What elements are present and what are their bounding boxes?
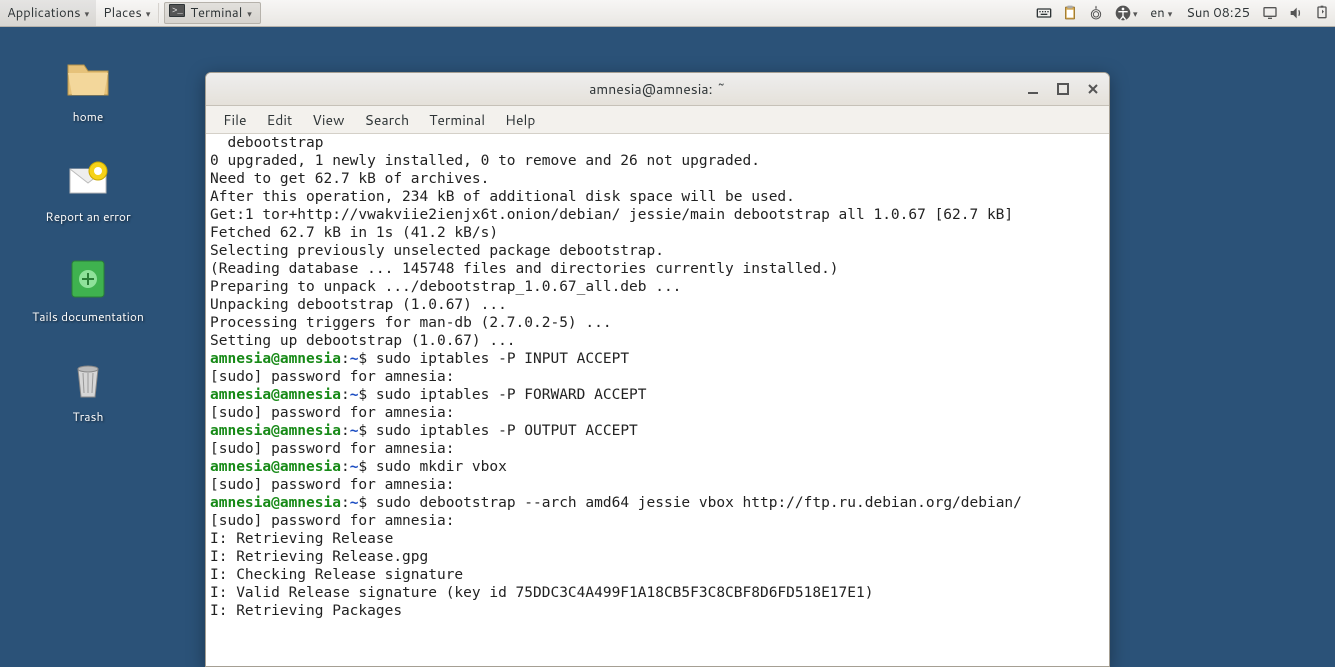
window-title: amnesia@amnesia: ~: [589, 79, 726, 99]
report-error-icon: [64, 155, 112, 203]
onion-icon[interactable]: [1083, 0, 1109, 26]
clock[interactable]: Sun 08:25: [1179, 0, 1257, 26]
desktop-icon-docs[interactable]: Tails documentation: [13, 255, 163, 326]
window-titlebar[interactable]: amnesia@amnesia: ~: [206, 73, 1109, 106]
panel-left: Applications ▾ Places ▾ >_ Terminal ▾: [0, 0, 261, 26]
desktop-icon-report[interactable]: Report an error: [13, 155, 163, 226]
terminal-menubar: File Edit View Search Terminal Help: [206, 106, 1109, 134]
terminal-line: I: Retrieving Release.gpg: [210, 548, 1105, 566]
menu-edit[interactable]: Edit: [258, 107, 302, 133]
volume-icon[interactable]: [1283, 0, 1309, 26]
terminal-line: amnesia@amnesia:~$ sudo iptables -P INPU…: [210, 350, 1105, 368]
trash-icon: [64, 355, 112, 403]
taskbar-terminal[interactable]: >_ Terminal ▾: [164, 2, 260, 24]
desktop-icon-label: home: [69, 107, 108, 126]
terminal-line: amnesia@amnesia:~$ sudo iptables -P OUTP…: [210, 422, 1105, 440]
clock-label: Sun 08:25: [1186, 4, 1250, 22]
maximize-button[interactable]: [1053, 79, 1073, 99]
close-button[interactable]: [1083, 79, 1103, 99]
menu-terminal[interactable]: Terminal: [420, 107, 494, 133]
documentation-icon: [64, 255, 112, 303]
terminal-line: Need to get 62.7 kB of archives.: [210, 170, 1105, 188]
language-label: en: [1150, 4, 1164, 22]
folder-home-icon: [64, 55, 112, 103]
terminal-line: After this operation, 234 kB of addition…: [210, 188, 1105, 206]
menu-help[interactable]: Help: [496, 107, 544, 133]
chevron-down-icon: ▾: [85, 7, 90, 20]
places-menu[interactable]: Places ▾: [96, 0, 157, 26]
terminal-line: 0 upgraded, 1 newly installed, 0 to remo…: [210, 152, 1105, 170]
terminal-line: Get:1 tor+http://vwakviie2ienjx6t.onion/…: [210, 206, 1105, 224]
svg-text:>_: >_: [172, 6, 183, 16]
applications-label: Applications: [7, 4, 81, 22]
terminal-line: Unpacking debootstrap (1.0.67) ...: [210, 296, 1105, 314]
chevron-down-icon: ▾: [1133, 7, 1138, 20]
desktop-icon-home[interactable]: home: [13, 55, 163, 126]
desktop-icon-label: Report an error: [41, 207, 134, 226]
menu-view[interactable]: View: [303, 107, 353, 133]
minimize-button[interactable]: [1023, 79, 1043, 99]
terminal-line: [sudo] password for amnesia:: [210, 512, 1105, 530]
keyboard-icon[interactable]: [1031, 0, 1057, 26]
accessibility-menu[interactable]: ▾: [1109, 0, 1143, 26]
chevron-down-icon: ▾: [146, 7, 151, 20]
terminal-line: [sudo] password for amnesia:: [210, 404, 1105, 422]
terminal-line: Processing triggers for man-db (2.7.0.2-…: [210, 314, 1105, 332]
terminal-line: Preparing to unpack .../debootstrap_1.0.…: [210, 278, 1105, 296]
terminal-line: I: Retrieving Release: [210, 530, 1105, 548]
terminal-line: I: Checking Release signature: [210, 566, 1105, 584]
menu-file[interactable]: File: [214, 107, 256, 133]
power-icon[interactable]: [1309, 0, 1335, 26]
terminal-line: Fetched 62.7 kB in 1s (41.2 kB/s): [210, 224, 1105, 242]
terminal-line: (Reading database ... 145748 files and d…: [210, 260, 1105, 278]
terminal-icon: >_: [169, 3, 185, 24]
chevron-down-icon: ▾: [1168, 7, 1173, 20]
clipboard-icon[interactable]: [1057, 0, 1083, 26]
terminal-output[interactable]: debootstrap0 upgraded, 1 newly installed…: [206, 134, 1109, 666]
terminal-line: [sudo] password for amnesia:: [210, 440, 1105, 458]
language-indicator[interactable]: en ▾: [1143, 0, 1179, 26]
terminal-line: amnesia@amnesia:~$ sudo iptables -P FORW…: [210, 386, 1105, 404]
terminal-line: I: Retrieving Packages: [210, 602, 1105, 620]
terminal-line: debootstrap: [210, 134, 1105, 152]
places-label: Places: [103, 4, 142, 22]
desktop-icon-trash[interactable]: Trash: [13, 355, 163, 426]
terminal-line: [sudo] password for amnesia:: [210, 368, 1105, 386]
terminal-line: Setting up debootstrap (1.0.67) ...: [210, 332, 1105, 350]
terminal-line: Selecting previously unselected package …: [210, 242, 1105, 260]
panel-separator: [158, 3, 160, 23]
window-controls: [1023, 79, 1103, 99]
terminal-line: amnesia@amnesia:~$ sudo mkdir vbox: [210, 458, 1105, 476]
panel-right: ▾ en ▾ Sun 08:25: [1031, 0, 1335, 26]
chevron-down-icon: ▾: [247, 7, 252, 20]
desktop-icon-label: Tails documentation: [28, 307, 148, 326]
top-panel: Applications ▾ Places ▾ >_ Terminal ▾ ▾: [0, 0, 1335, 27]
applications-menu[interactable]: Applications ▾: [0, 0, 96, 26]
desktop-icon-label: Trash: [69, 407, 108, 426]
terminal-line: amnesia@amnesia:~$ sudo debootstrap --ar…: [210, 494, 1105, 512]
taskbar-terminal-label: Terminal: [190, 4, 242, 22]
terminal-window: amnesia@amnesia: ~ File Edit View Search…: [205, 72, 1110, 667]
menu-search[interactable]: Search: [356, 107, 419, 133]
display-icon[interactable]: [1257, 0, 1283, 26]
terminal-line: I: Valid Release signature (key id 75DDC…: [210, 584, 1105, 602]
terminal-line: [sudo] password for amnesia:: [210, 476, 1105, 494]
desktop[interactable]: home Report an error Tails documentation…: [0, 27, 1335, 643]
